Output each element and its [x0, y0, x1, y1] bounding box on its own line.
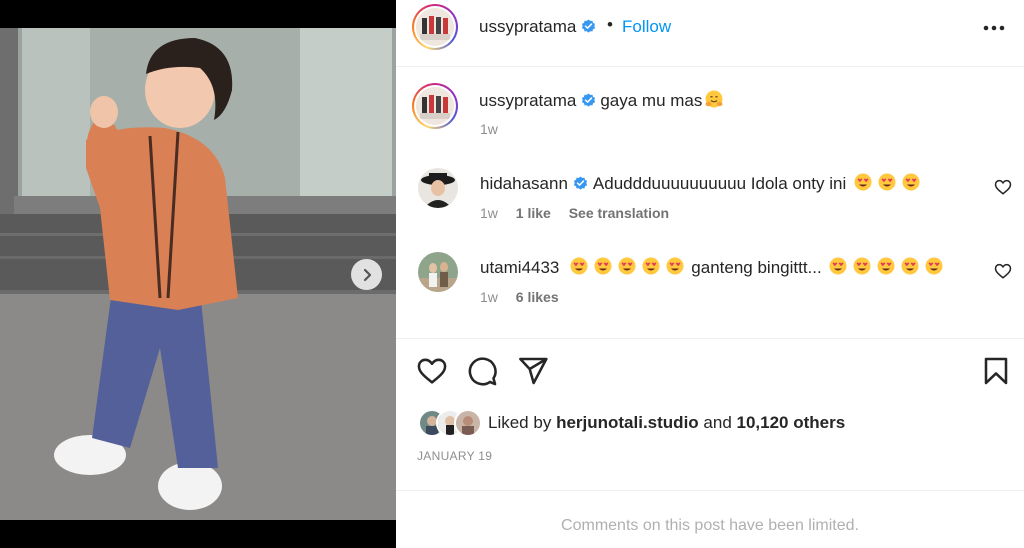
- chevron-right-icon: [363, 268, 371, 281]
- heart-eyes-emoji-icon: [925, 257, 943, 275]
- heart-eyes-emoji-icon: [853, 257, 871, 275]
- caption-author-avatar[interactable]: [412, 83, 458, 129]
- heart-eyes-emoji-icon: [666, 257, 684, 275]
- heart-eyes-emoji-icon: [594, 257, 612, 275]
- avatar-woman-in-hat: [418, 168, 458, 208]
- like-comment-heart-icon[interactable]: [994, 262, 1012, 280]
- post-media-panel: [0, 0, 396, 548]
- heart-eyes-emoji-icon: [901, 257, 919, 275]
- caption-text: gaya mu mas: [600, 91, 703, 110]
- liked-by-user[interactable]: herjunotali.studio: [556, 413, 699, 432]
- comment-like-count[interactable]: 6 likes: [516, 289, 559, 305]
- liked-by-text: Liked by herjunotali.studio and 10,120 o…: [488, 413, 845, 433]
- liked-by-conjunction: and: [703, 413, 732, 432]
- author-username-text[interactable]: ussypratama: [479, 17, 576, 36]
- heart-eyes-emoji-icon: [829, 257, 847, 275]
- author-avatar[interactable]: [412, 4, 458, 50]
- verified-badge-icon: [582, 93, 596, 107]
- more-options-icon: [983, 25, 1005, 31]
- follow-button[interactable]: Follow: [622, 17, 671, 37]
- heart-eyes-emoji-icon: [642, 257, 660, 275]
- comment-username[interactable]: hidahasann: [480, 174, 568, 193]
- caption-username[interactable]: ussypratama: [479, 91, 576, 110]
- avatar-group-photo: [416, 87, 454, 125]
- see-translation-button[interactable]: See translation: [569, 205, 669, 221]
- avatar-group-photo: [416, 8, 454, 46]
- comment-meta: 1w 1 like See translation: [480, 205, 683, 221]
- comment-body: hidahasann Aduddduuuuuuuuuu Idola onty in…: [480, 172, 923, 194]
- heart-eyes-emoji-group: [822, 257, 946, 277]
- like-comment-heart-icon[interactable]: [994, 178, 1012, 196]
- heart-eyes-emoji-icon: [877, 257, 895, 275]
- verified-badge-icon: [582, 19, 596, 33]
- heart-icon[interactable]: [416, 355, 448, 387]
- post-photo[interactable]: [0, 28, 396, 520]
- caption-line: ussypratama gaya mu mas: [479, 89, 726, 111]
- separator-dot: •: [607, 15, 613, 34]
- heart-eyes-emoji-group: [851, 173, 923, 193]
- commenter-avatar[interactable]: [418, 252, 458, 292]
- photo-child-in-orange-cardigan: [0, 28, 396, 520]
- comment-body: utami4433 ganteng bingittt...: [480, 256, 946, 278]
- comment-bubble-icon[interactable]: [466, 355, 498, 387]
- comment-text: Aduddduuuuuuuuuu Idola onty ini: [592, 174, 847, 193]
- comments-limited-notice: Comments on this post have been limited.: [561, 517, 859, 534]
- comments-divider: [396, 490, 1024, 491]
- heart-eyes-emoji-icon: [618, 257, 636, 275]
- post-date[interactable]: JANUARY 19: [417, 449, 492, 463]
- comment-like-count[interactable]: 1 like: [516, 205, 551, 221]
- heart-eyes-emoji-icon: [878, 173, 896, 191]
- paper-plane-icon[interactable]: [517, 355, 549, 387]
- comment-timestamp[interactable]: 1w: [480, 205, 498, 221]
- post-details-panel: ussypratama • Follow ussypratama gaya mu…: [396, 0, 1024, 548]
- heart-eyes-emoji-icon: [902, 173, 920, 191]
- comment-text: ganteng bingittt...: [691, 258, 822, 277]
- more-options-button[interactable]: [980, 16, 1008, 40]
- liked-by-others[interactable]: 10,120 others: [737, 413, 846, 432]
- actions-divider: [396, 338, 1024, 339]
- heart-eyes-emoji-icon: [854, 173, 872, 191]
- comment-meta: 1w 6 likes: [480, 289, 573, 305]
- bookmark-icon[interactable]: [980, 355, 1012, 387]
- next-photo-button[interactable]: [351, 259, 382, 290]
- author-username[interactable]: ussypratama: [479, 17, 596, 37]
- liked-by-prefix: Liked by: [488, 413, 552, 432]
- commenter-avatar[interactable]: [418, 168, 458, 208]
- comment-username[interactable]: utami4433: [480, 258, 559, 277]
- caption-timestamp[interactable]: 1w: [480, 121, 498, 137]
- heart-eyes-emoji-group: [567, 257, 691, 277]
- heart-eyes-emoji-icon: [570, 257, 588, 275]
- liker-avatar: [454, 409, 482, 437]
- comment-timestamp[interactable]: 1w: [480, 289, 498, 305]
- avatar-outdoor-photo: [418, 252, 458, 292]
- verified-badge-icon: [573, 176, 587, 190]
- hugging-face-emoji-icon: [705, 90, 723, 108]
- post-header: ussypratama • Follow: [396, 0, 1024, 67]
